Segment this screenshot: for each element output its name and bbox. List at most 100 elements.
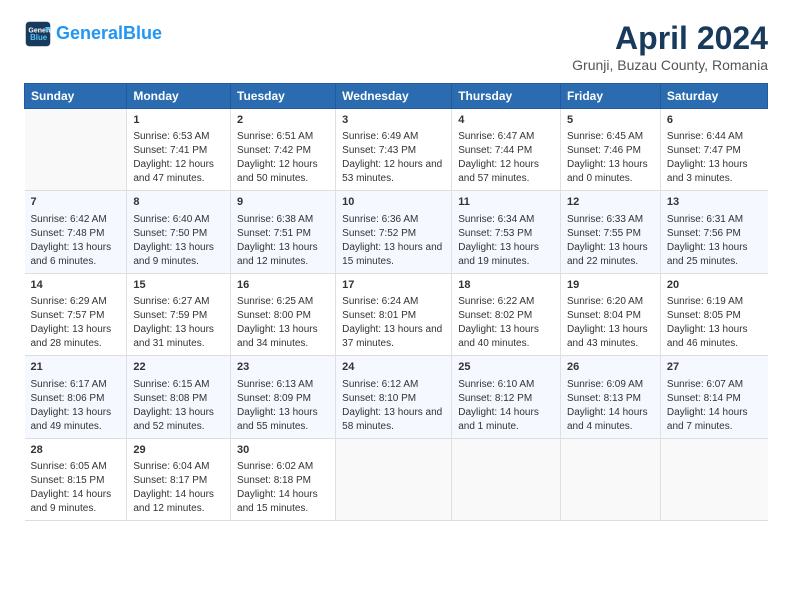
daylight: Daylight: 13 hours and 19 minutes. bbox=[458, 242, 539, 267]
daylight: Daylight: 13 hours and 15 minutes. bbox=[342, 242, 442, 267]
daylight: Daylight: 13 hours and 43 minutes. bbox=[567, 324, 648, 349]
day-num: 29 bbox=[133, 443, 224, 458]
sunset: Sunset: 8:15 PM bbox=[31, 475, 105, 486]
sunset: Sunset: 7:41 PM bbox=[133, 145, 207, 156]
cell-2-3: 9Sunrise: 6:38 AMSunset: 7:51 PMDaylight… bbox=[231, 191, 336, 273]
cell-2-1: 7Sunrise: 6:42 AMSunset: 7:48 PMDaylight… bbox=[25, 191, 127, 273]
sunrise: Sunrise: 6:25 AM bbox=[237, 296, 313, 307]
daylight: Daylight: 14 hours and 9 minutes. bbox=[31, 489, 112, 514]
sunset: Sunset: 7:56 PM bbox=[667, 228, 741, 239]
sunset: Sunset: 7:46 PM bbox=[567, 145, 641, 156]
sunrise: Sunrise: 6:17 AM bbox=[31, 379, 107, 390]
day-num: 27 bbox=[667, 360, 762, 375]
daylight: Daylight: 12 hours and 57 minutes. bbox=[458, 159, 539, 184]
sunrise: Sunrise: 6:53 AM bbox=[133, 131, 209, 142]
sunset: Sunset: 7:43 PM bbox=[342, 145, 416, 156]
cell-4-7: 27Sunrise: 6:07 AMSunset: 8:14 PMDayligh… bbox=[660, 356, 767, 438]
daylight: Daylight: 13 hours and 52 minutes. bbox=[133, 407, 214, 432]
sunset: Sunset: 8:18 PM bbox=[237, 475, 311, 486]
sunset: Sunset: 8:01 PM bbox=[342, 310, 416, 321]
daylight: Daylight: 13 hours and 3 minutes. bbox=[667, 159, 748, 184]
sunset: Sunset: 7:42 PM bbox=[237, 145, 311, 156]
daylight: Daylight: 14 hours and 15 minutes. bbox=[237, 489, 318, 514]
sunrise: Sunrise: 6:45 AM bbox=[567, 131, 643, 142]
daylight: Daylight: 13 hours and 31 minutes. bbox=[133, 324, 214, 349]
cell-5-7 bbox=[660, 438, 767, 520]
sunrise: Sunrise: 6:44 AM bbox=[667, 131, 743, 142]
day-num: 18 bbox=[458, 278, 554, 293]
sunset: Sunset: 8:12 PM bbox=[458, 393, 532, 404]
cell-3-1: 14Sunrise: 6:29 AMSunset: 7:57 PMDayligh… bbox=[25, 273, 127, 355]
week-row-1: 1Sunrise: 6:53 AMSunset: 7:41 PMDaylight… bbox=[25, 109, 768, 191]
sunrise: Sunrise: 6:24 AM bbox=[342, 296, 418, 307]
sunrise: Sunrise: 6:34 AM bbox=[458, 214, 534, 225]
sunset: Sunset: 8:10 PM bbox=[342, 393, 416, 404]
sunset: Sunset: 8:02 PM bbox=[458, 310, 532, 321]
daylight: Daylight: 13 hours and 55 minutes. bbox=[237, 407, 318, 432]
daylight: Daylight: 13 hours and 40 minutes. bbox=[458, 324, 539, 349]
cell-4-5: 25Sunrise: 6:10 AMSunset: 8:12 PMDayligh… bbox=[452, 356, 561, 438]
sunrise: Sunrise: 6:20 AM bbox=[567, 296, 643, 307]
daylight: Daylight: 13 hours and 12 minutes. bbox=[237, 242, 318, 267]
cell-3-5: 18Sunrise: 6:22 AMSunset: 8:02 PMDayligh… bbox=[452, 273, 561, 355]
cell-1-5: 4Sunrise: 6:47 AMSunset: 7:44 PMDaylight… bbox=[452, 109, 561, 191]
week-row-5: 28 Sunrise: 6:05 AM Sunset: 8:15 PM Dayligh… bbox=[25, 438, 768, 520]
day-num: 26 bbox=[567, 360, 654, 375]
daylight: Daylight: 13 hours and 22 minutes. bbox=[567, 242, 648, 267]
sunset: Sunset: 8:00 PM bbox=[237, 310, 311, 321]
daylight: Daylight: 14 hours and 4 minutes. bbox=[567, 407, 648, 432]
header: General Blue GeneralBlue April 2024 Grun… bbox=[24, 20, 768, 73]
daylight: Daylight: 13 hours and 0 minutes. bbox=[567, 159, 648, 184]
sunrise: Sunrise: 6:40 AM bbox=[133, 214, 209, 225]
daylight: Daylight: 13 hours and 34 minutes. bbox=[237, 324, 318, 349]
header-row: Sunday Monday Tuesday Wednesday Thursday… bbox=[25, 84, 768, 109]
sunrise: Sunrise: 6:31 AM bbox=[667, 214, 743, 225]
sunset: Sunset: 8:13 PM bbox=[567, 393, 641, 404]
day-num: 9 bbox=[237, 195, 329, 210]
daylight: Daylight: 12 hours and 53 minutes. bbox=[342, 159, 442, 184]
sunset: Sunset: 7:59 PM bbox=[133, 310, 207, 321]
sunset: Sunset: 8:06 PM bbox=[31, 393, 105, 404]
cell-5-5 bbox=[452, 438, 561, 520]
calendar-page: General Blue GeneralBlue April 2024 Grun… bbox=[0, 0, 792, 612]
day-num: 6 bbox=[667, 113, 762, 128]
sunrise: Sunrise: 6:47 AM bbox=[458, 131, 534, 142]
logo-blue: Blue bbox=[123, 23, 162, 43]
day-num: 3 bbox=[342, 113, 445, 128]
sunrise: Sunrise: 6:12 AM bbox=[342, 379, 418, 390]
cell-2-7: 13Sunrise: 6:31 AMSunset: 7:56 PMDayligh… bbox=[660, 191, 767, 273]
sunrise: Sunrise: 6:13 AM bbox=[237, 379, 313, 390]
sunrise: Sunrise: 6:49 AM bbox=[342, 131, 418, 142]
day-num: 14 bbox=[31, 278, 121, 293]
calendar-table: Sunday Monday Tuesday Wednesday Thursday… bbox=[24, 83, 768, 521]
cell-1-3: 2Sunrise: 6:51 AMSunset: 7:42 PMDaylight… bbox=[231, 109, 336, 191]
sunrise: Sunrise: 6:10 AM bbox=[458, 379, 534, 390]
sunset: Sunset: 8:17 PM bbox=[133, 475, 207, 486]
day-num: 20 bbox=[667, 278, 762, 293]
sunset: Sunset: 7:55 PM bbox=[567, 228, 641, 239]
day-num: 4 bbox=[458, 113, 554, 128]
sunrise: Sunrise: 6:19 AM bbox=[667, 296, 743, 307]
sunrise: Sunrise: 6:27 AM bbox=[133, 296, 209, 307]
day-num: 7 bbox=[31, 195, 121, 210]
cell-5-6 bbox=[560, 438, 660, 520]
day-num: 24 bbox=[342, 360, 445, 375]
day-num: 11 bbox=[458, 195, 554, 210]
cell-3-2: 15Sunrise: 6:27 AMSunset: 7:59 PMDayligh… bbox=[127, 273, 231, 355]
cell-2-4: 10Sunrise: 6:36 AMSunset: 7:52 PMDayligh… bbox=[336, 191, 452, 273]
sunrise: Sunrise: 6:42 AM bbox=[31, 214, 107, 225]
sunrise: Sunrise: 6:05 AM bbox=[31, 461, 107, 472]
day-num: 13 bbox=[667, 195, 762, 210]
sunset: Sunset: 7:52 PM bbox=[342, 228, 416, 239]
cell-4-4: 24Sunrise: 6:12 AMSunset: 8:10 PMDayligh… bbox=[336, 356, 452, 438]
header-monday: Monday bbox=[127, 84, 231, 109]
cell-4-3: 23Sunrise: 6:13 AMSunset: 8:09 PMDayligh… bbox=[231, 356, 336, 438]
sunset: Sunset: 7:57 PM bbox=[31, 310, 105, 321]
day-num: 21 bbox=[31, 360, 121, 375]
day-num: 28 bbox=[31, 443, 121, 458]
header-thursday: Thursday bbox=[452, 84, 561, 109]
subtitle: Grunji, Buzau County, Romania bbox=[572, 57, 768, 73]
sunset: Sunset: 8:08 PM bbox=[133, 393, 207, 404]
header-wednesday: Wednesday bbox=[336, 84, 452, 109]
daylight: Daylight: 14 hours and 12 minutes. bbox=[133, 489, 214, 514]
